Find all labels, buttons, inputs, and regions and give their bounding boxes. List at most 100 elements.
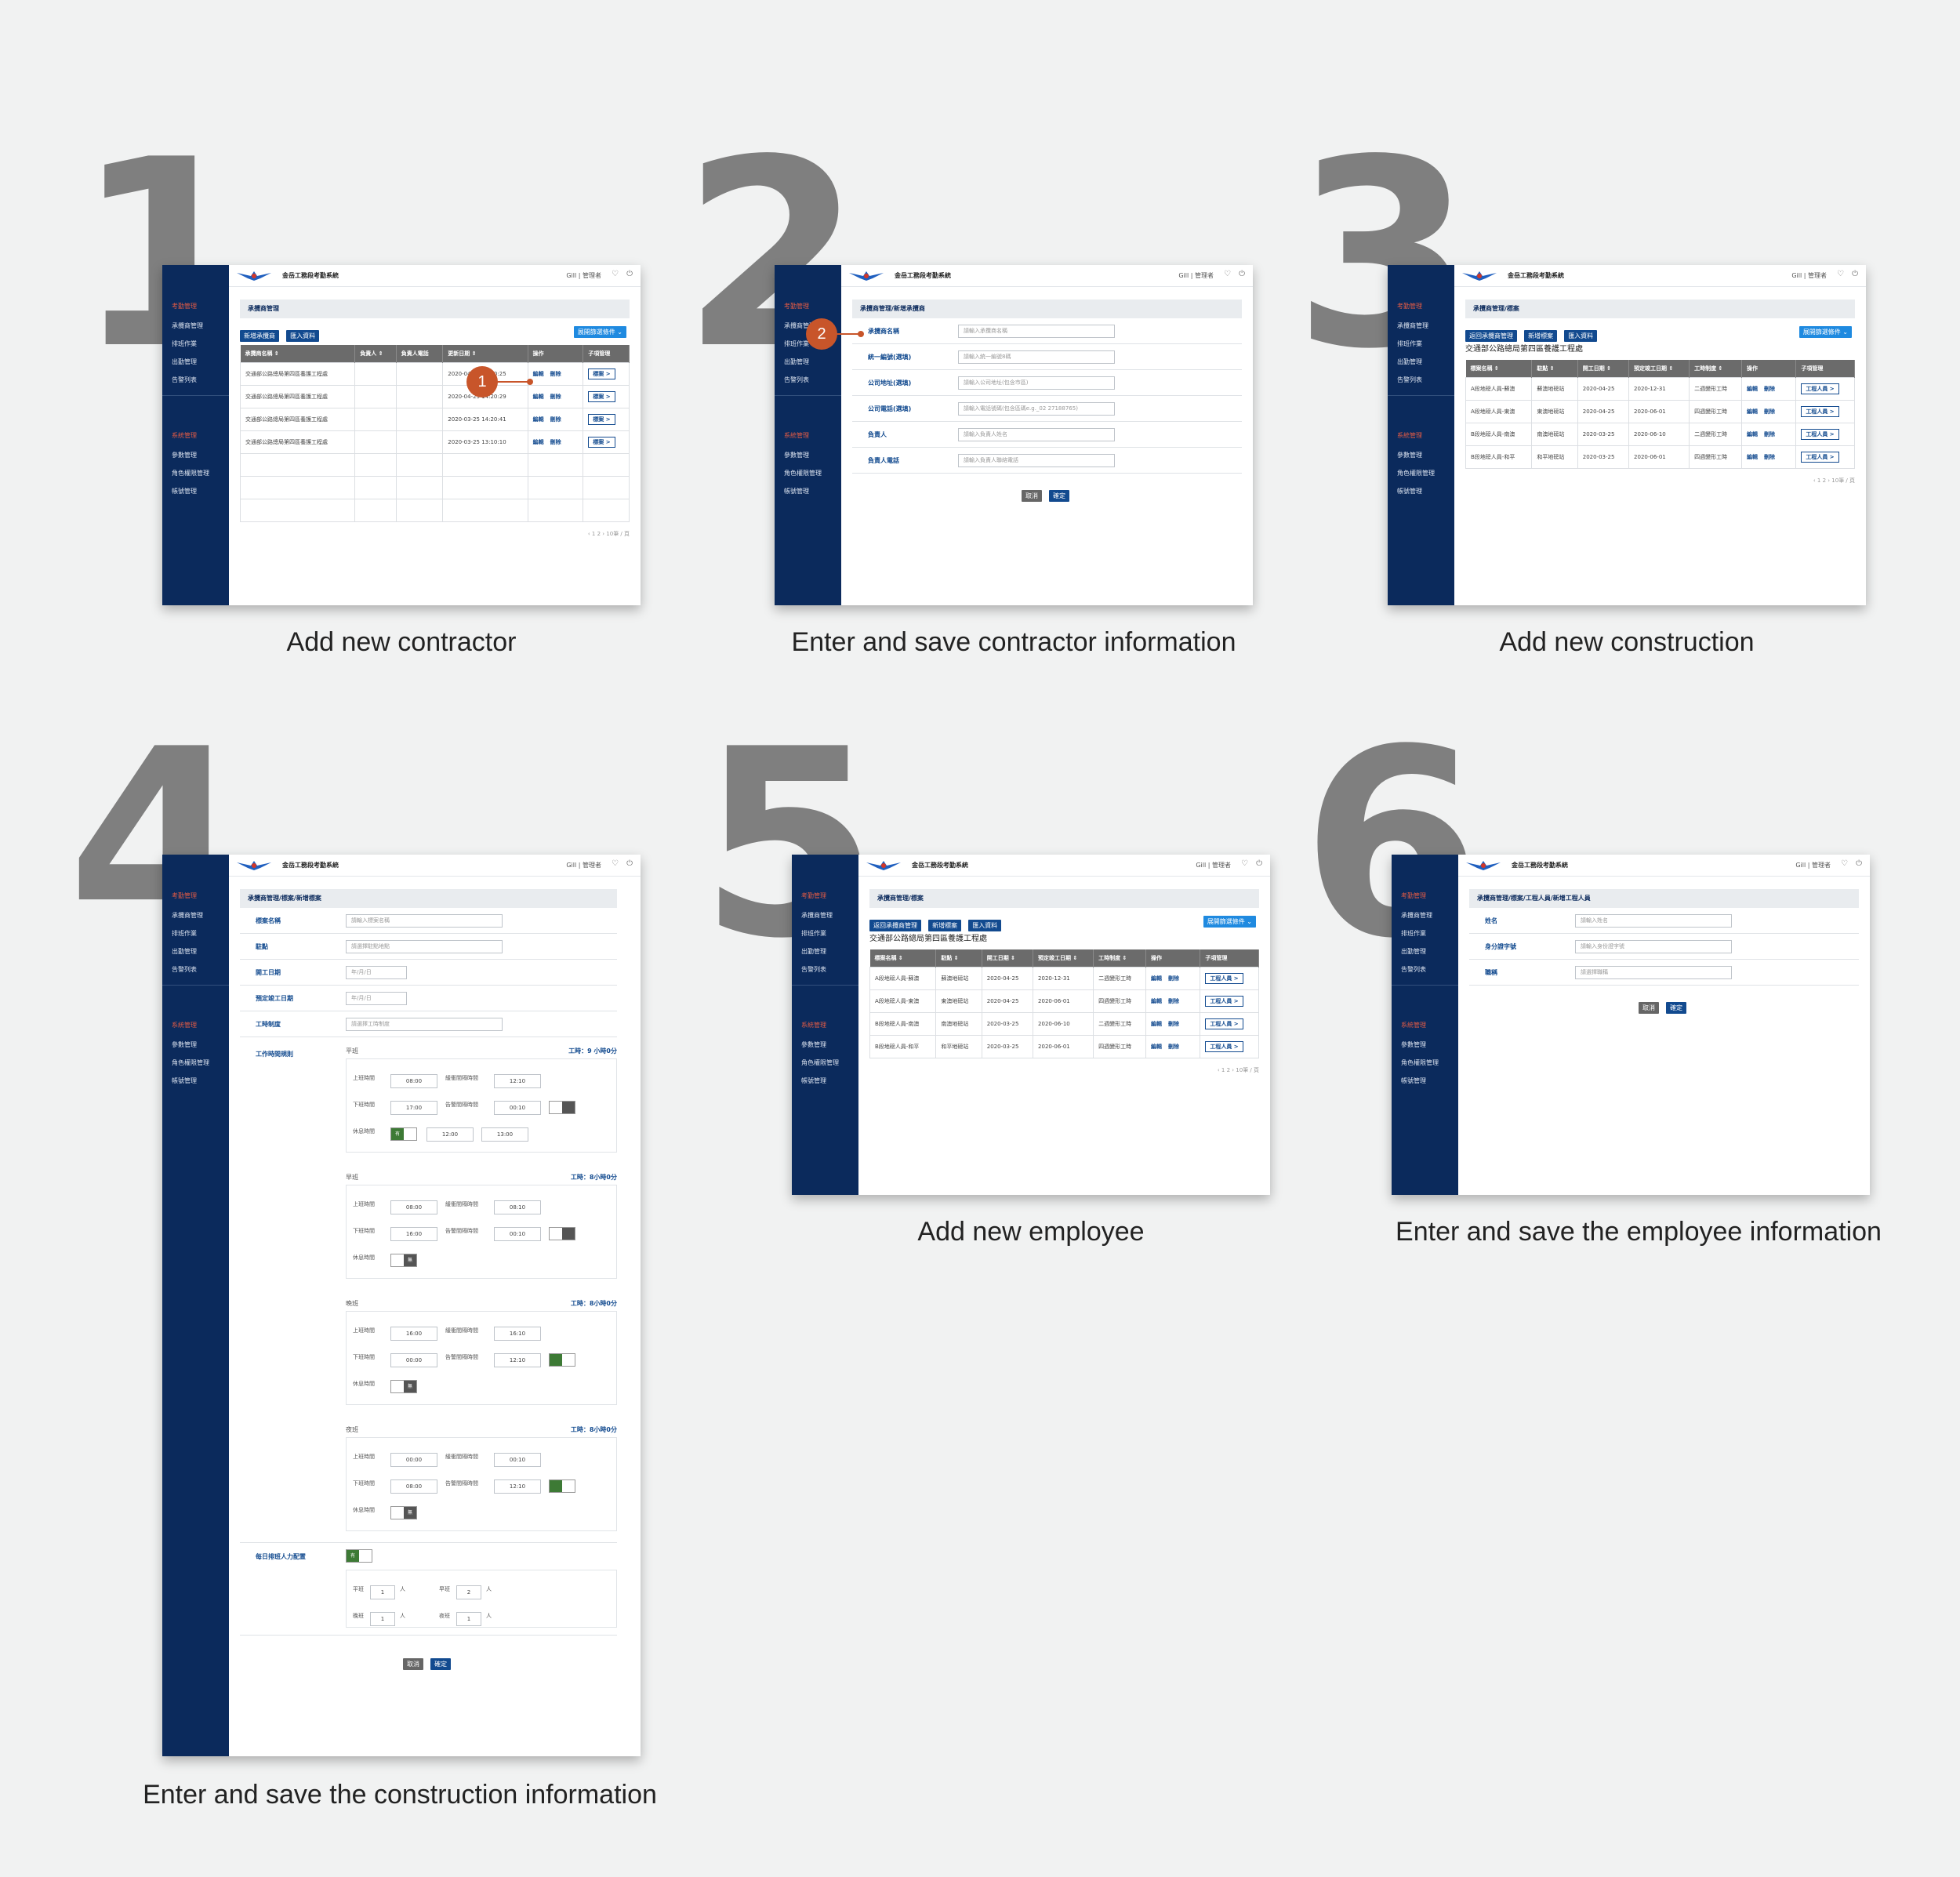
filter-button[interactable]: 展開篩選條件 ⌄	[1203, 916, 1256, 928]
sidebar-item-schedule[interactable]: 排班作業	[1392, 924, 1458, 942]
delete-link[interactable]: 刪除	[1764, 386, 1775, 392]
filter-button[interactable]: 展開篩選條件 ⌄	[1798, 326, 1852, 338]
col-header[interactable]: 工時制度 ⇕	[1093, 949, 1146, 967]
tax-id-input[interactable]: 請輸入統一編號8碼	[958, 350, 1115, 364]
edit-link[interactable]: 編輯	[1747, 408, 1758, 415]
time-input[interactable]: 13:00	[481, 1127, 528, 1142]
delete-link[interactable]: 刪除	[550, 394, 561, 400]
time-input[interactable]: 00:00	[390, 1353, 437, 1367]
toggle-switch[interactable]	[549, 1353, 575, 1367]
bell-icon[interactable]: ♡	[1841, 859, 1848, 868]
edit-link[interactable]: 編輯	[1747, 431, 1758, 437]
time-input[interactable]: 00:10	[494, 1227, 541, 1241]
back-button[interactable]: 返回承攬商管理	[869, 920, 921, 931]
delete-link[interactable]: 刪除	[550, 416, 561, 423]
toggle-switch[interactable]	[549, 1479, 575, 1493]
sidebar-item-params[interactable]: 參數管理	[162, 446, 229, 464]
staff-button[interactable]: 工程人員 >	[1205, 1018, 1243, 1029]
rest-toggle[interactable]: 無	[390, 1380, 417, 1393]
time-input[interactable]: 16:00	[390, 1227, 437, 1241]
edit-link[interactable]: 編輯	[533, 371, 544, 377]
edit-link[interactable]: 編輯	[533, 439, 544, 445]
user-role[interactable]: Gill | 管理者	[1196, 861, 1231, 870]
sidebar-item-contractor[interactable]: 承攬商管理	[1392, 906, 1458, 924]
cancel-button[interactable]: 取消	[1021, 490, 1042, 502]
sub-button[interactable]: 標案 >	[588, 368, 615, 379]
staff-button[interactable]: 工程人員 >	[1801, 405, 1839, 417]
col-header[interactable]: 駐點 ⇕	[1531, 360, 1578, 377]
bell-icon[interactable]: ♡	[612, 270, 619, 278]
rest-toggle[interactable]: 無	[390, 1506, 417, 1519]
staff-button[interactable]: 工程人員 >	[1205, 972, 1243, 984]
power-icon[interactable]: ⏻	[626, 270, 633, 278]
time-input[interactable]: 16:10	[494, 1327, 541, 1341]
work-system-select[interactable]: 請選擇工時制度	[346, 1018, 503, 1031]
toggle-switch[interactable]	[549, 1101, 575, 1114]
delete-link[interactable]: 刪除	[1764, 454, 1775, 460]
sidebar-item-accounts[interactable]: 帳號管理	[162, 1072, 229, 1090]
back-button[interactable]: 返回承攬商管理	[1465, 330, 1517, 342]
user-role[interactable]: Gill | 管理者	[1178, 271, 1214, 280]
col-header[interactable]: 標案名稱 ⇕	[1465, 360, 1533, 377]
time-input[interactable]: 16:00	[390, 1327, 437, 1341]
contractor-name-input[interactable]: 請輸入承攬商名稱	[958, 325, 1115, 338]
sidebar-item-roles[interactable]: 角色權限管理	[162, 1054, 229, 1072]
sidebar-item-params[interactable]: 參數管理	[162, 1036, 229, 1054]
sidebar-item-attendance[interactable]: 出勤管理	[775, 353, 841, 371]
start-date-input[interactable]: 年/月/日	[346, 966, 407, 979]
delete-link[interactable]: 刪除	[1168, 1044, 1179, 1050]
sidebar-item-schedule[interactable]: 排班作業	[792, 924, 858, 942]
sidebar-item-contractor[interactable]: 承攬商管理	[1388, 317, 1454, 335]
sidebar-item-alerts[interactable]: 告警列表	[1392, 960, 1458, 978]
sidebar-item-params[interactable]: 參數管理	[792, 1036, 858, 1054]
owner-phone-input[interactable]: 請輸入負責人聯絡電話	[958, 454, 1115, 467]
time-input[interactable]: 08:00	[390, 1074, 437, 1088]
delete-link[interactable]: 刪除	[1168, 1021, 1179, 1027]
user-role[interactable]: Gill | 管理者	[566, 271, 601, 280]
sidebar-item-attendance[interactable]: 出勤管理	[162, 942, 229, 960]
sidebar-item-params[interactable]: 參數管理	[775, 446, 841, 464]
col-header[interactable]: 負責人 ⇕	[354, 345, 397, 362]
sidebar-item-schedule[interactable]: 排班作業	[162, 335, 229, 353]
add-project-button[interactable]: 新增標案	[1524, 330, 1558, 342]
col-header[interactable]: 標案名稱 ⇕	[869, 949, 937, 967]
cancel-button[interactable]: 取消	[1638, 1002, 1659, 1014]
time-input[interactable]: 00:10	[494, 1101, 541, 1115]
sidebar-item-contractor[interactable]: 承攬商管理	[162, 906, 229, 924]
pagination[interactable]: ‹ 1 2 › 10筆 / 頁	[240, 530, 630, 538]
sidebar-item-accounts[interactable]: 帳號管理	[775, 482, 841, 500]
sidebar-item-params[interactable]: 參數管理	[1388, 446, 1454, 464]
staff-button[interactable]: 工程人員 >	[1205, 995, 1243, 1007]
confirm-button[interactable]: 確定	[430, 1658, 452, 1670]
project-name-input[interactable]: 請輸入標案名稱	[346, 914, 503, 928]
bell-icon[interactable]: ♡	[1241, 859, 1248, 868]
edit-link[interactable]: 編輯	[1747, 454, 1758, 460]
sidebar-item-attendance[interactable]: 出勤管理	[792, 942, 858, 960]
confirm-button[interactable]: 確定	[1049, 490, 1070, 502]
user-role[interactable]: Gill | 管理者	[1791, 271, 1827, 280]
sidebar-item-roles[interactable]: 角色權限管理	[162, 464, 229, 482]
edit-link[interactable]: 編輯	[533, 416, 544, 423]
add-contractor-button[interactable]: 新增承攬商	[240, 330, 279, 342]
col-header[interactable]: 承攬商名稱 ⇕	[240, 345, 356, 362]
staff-toggle[interactable]: 有	[346, 1549, 372, 1563]
edit-link[interactable]: 編輯	[533, 394, 544, 400]
pagination[interactable]: ‹ 1 2 › 10筆 / 頁	[869, 1066, 1259, 1074]
import-button[interactable]: 匯入資料	[1564, 330, 1598, 342]
employee-name-input[interactable]: 請輸入姓名	[1575, 914, 1732, 928]
import-button[interactable]: 匯入資料	[286, 330, 320, 342]
sidebar-item-accounts[interactable]: 帳號管理	[1392, 1072, 1458, 1090]
user-role[interactable]: Gill | 管理者	[1795, 861, 1831, 870]
bell-icon[interactable]: ♡	[1224, 270, 1231, 278]
power-icon[interactable]: ⏻	[1239, 270, 1245, 278]
sidebar-item-alerts[interactable]: 告警列表	[162, 960, 229, 978]
bell-icon[interactable]: ♡	[612, 859, 619, 868]
sidebar-item-attendance[interactable]: 出勤管理	[1392, 942, 1458, 960]
sidebar-item-accounts[interactable]: 帳號管理	[1388, 482, 1454, 500]
time-input[interactable]: 00:00	[390, 1453, 437, 1467]
power-icon[interactable]: ⏻	[1856, 859, 1862, 868]
owner-input[interactable]: 請輸入負責人姓名	[958, 428, 1115, 441]
delete-link[interactable]: 刪除	[550, 439, 561, 445]
delete-link[interactable]: 刪除	[1168, 975, 1179, 982]
col-header[interactable]: 預定竣工日期 ⇕	[1628, 360, 1690, 377]
